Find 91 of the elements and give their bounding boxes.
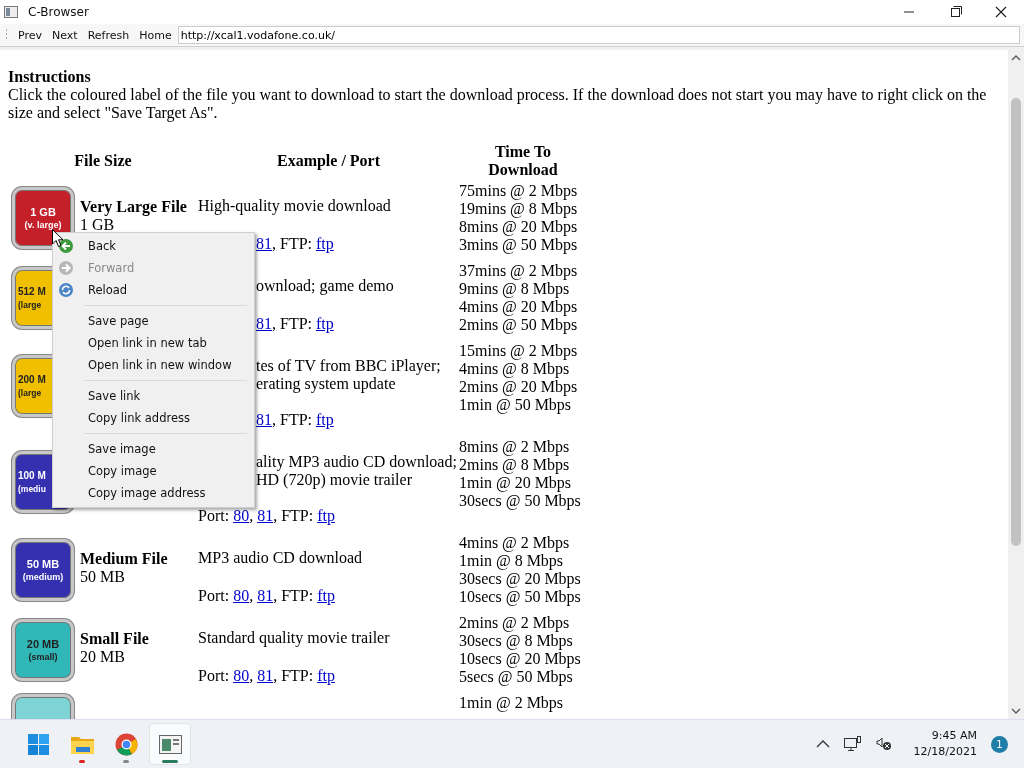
download-time: 4mins @ 8 Mbps [459, 360, 571, 378]
file-size-button[interactable]: 50 MB (medium) [12, 539, 74, 601]
download-time: 19mins @ 8 Mbps [459, 200, 579, 218]
download-time: 30secs @ 20 Mbps [459, 570, 582, 588]
example-text: High-quality movie download [198, 197, 392, 215]
download-time: 8mins @ 20 Mbps [459, 218, 579, 236]
column-header: Example / Port [275, 152, 382, 170]
forward-icon [58, 260, 74, 276]
port-line: Port: 80, 81, FTP: ftp [198, 667, 336, 685]
file-size-button[interactable]: 20 MB (small) [12, 619, 74, 681]
column-header: File Size [73, 152, 133, 170]
scrollbar-thumb[interactable] [1011, 98, 1021, 546]
taskbar-window-button[interactable] [150, 724, 190, 764]
download-time: 15mins @ 2 Mbps [459, 342, 579, 360]
running-indicator [123, 760, 129, 763]
download-time: 8mins @ 2 Mbps [459, 438, 571, 456]
download-time: 1min @ 2 Mbps [459, 694, 565, 712]
download-time: 5secs @ 50 Mbps [459, 668, 574, 686]
file-type-label: Small File [80, 630, 150, 648]
address-field[interactable]: http://xcal1.vodafone.co.uk/ [177, 26, 1020, 44]
browser-icon [113, 731, 139, 757]
port-line: Port: 80, 81, FTP: ftp [198, 587, 336, 605]
download-time: 4mins @ 20 Mbps [459, 298, 579, 316]
example-text: tes of TV from BBC iPlayer; [256, 357, 442, 375]
example-text: MP3 audio CD download [198, 549, 363, 567]
example-text: erating system update [256, 375, 397, 393]
file-size-label: 1 GB [80, 216, 116, 234]
file-size-button[interactable]: 1 GB (v. large) [12, 187, 74, 249]
toolbar-button[interactable]: Next [47, 25, 83, 45]
download-time: 10secs @ 50 Mbps [459, 588, 582, 606]
download-time: 2mins @ 50 Mbps [459, 316, 579, 334]
file-type-label: Medium File [80, 550, 169, 568]
windows-logo-icon [25, 731, 51, 757]
port-link[interactable]: 81 [257, 507, 274, 524]
window-title: C-Browser [28, 5, 89, 19]
example-text: ality MP3 audio CD download; [256, 453, 458, 471]
port-line: Port: 80, 81, FTP: ftp [198, 507, 336, 525]
download-time: 1min @ 8 Mbps [459, 552, 565, 570]
file-size-label: 50 MB [80, 568, 126, 586]
port-link[interactable]: ftp [316, 235, 334, 252]
network-icon[interactable] [843, 736, 862, 752]
download-time: 9mins @ 8 Mbps [459, 280, 571, 298]
file-type-label: Very Large File [80, 198, 188, 216]
download-time: 3mins @ 50 Mbps [459, 236, 579, 254]
download-time: 4mins @ 2 Mbps [459, 534, 571, 552]
notification-badge[interactable]: 1 [991, 735, 1008, 753]
download-time: 10secs @ 20 Mbps [459, 650, 582, 668]
speaker-muted-icon[interactable] [875, 737, 892, 751]
port-link[interactable]: 80 [233, 667, 250, 684]
instructions-heading: Instructions [8, 68, 92, 86]
port-link[interactable]: ftp [317, 507, 335, 524]
port-link[interactable]: 80 [233, 587, 250, 604]
download-time: 1min @ 50 Mbps [459, 396, 573, 414]
column-header: Time To Download [487, 143, 559, 179]
cursor-icon [52, 229, 64, 248]
toolbar-button[interactable]: Home [134, 25, 177, 45]
clock-date[interactable]: 12/18/2021 [913, 744, 977, 760]
port-link[interactable]: ftp [316, 315, 334, 332]
port-link[interactable]: 81 [256, 411, 272, 428]
back-icon [58, 238, 74, 254]
menu-item[interactable]: Open link in new tab [56, 332, 251, 354]
reload-icon [58, 282, 74, 298]
app-icon [4, 6, 18, 18]
download-time: 2mins @ 2 Mbps [459, 614, 571, 632]
example-text: HD (720p) movie trailer [256, 471, 413, 489]
port-link[interactable]: ftp [316, 411, 334, 428]
toolbar-grip [5, 28, 8, 42]
port-link[interactable]: ftp [317, 587, 335, 604]
port-link[interactable]: 81 [257, 587, 274, 604]
download-time: 37mins @ 2 Mbps [459, 262, 579, 280]
file-size-label: 20 MB [80, 648, 126, 666]
download-time: 75mins @ 2 Mbps [459, 182, 579, 200]
toolbar-button[interactable]: Prev [13, 25, 47, 45]
port-link[interactable]: 80 [233, 507, 250, 524]
port-link[interactable]: ftp [317, 667, 335, 684]
port-link[interactable]: 81 [256, 235, 272, 252]
download-time: 30secs @ 8 Mbps [459, 632, 574, 650]
example-text: ownload; game demo [256, 277, 395, 295]
download-time: 1min @ 20 Mbps [459, 474, 573, 492]
running-indicator [162, 760, 178, 763]
instructions-text: Click the coloured label of the file you want to download to start the download process. If the download does not start you may have to right click on the size and select "Save Target As". [8, 86, 988, 122]
download-time: 2mins @ 8 Mbps [459, 456, 571, 474]
toolbar-button[interactable]: Refresh [82, 25, 135, 45]
port-link[interactable]: 81 [256, 315, 272, 332]
download-time: 30secs @ 50 Mbps [459, 492, 582, 510]
chevron-up-icon[interactable] [815, 739, 830, 749]
clock-time[interactable]: 9:45 AM [913, 728, 977, 744]
port-link[interactable]: 81 [257, 667, 274, 684]
example-text: Standard quality movie trailer [198, 629, 391, 647]
download-time: 2mins @ 20 Mbps [459, 378, 579, 396]
running-indicator [79, 760, 85, 763]
